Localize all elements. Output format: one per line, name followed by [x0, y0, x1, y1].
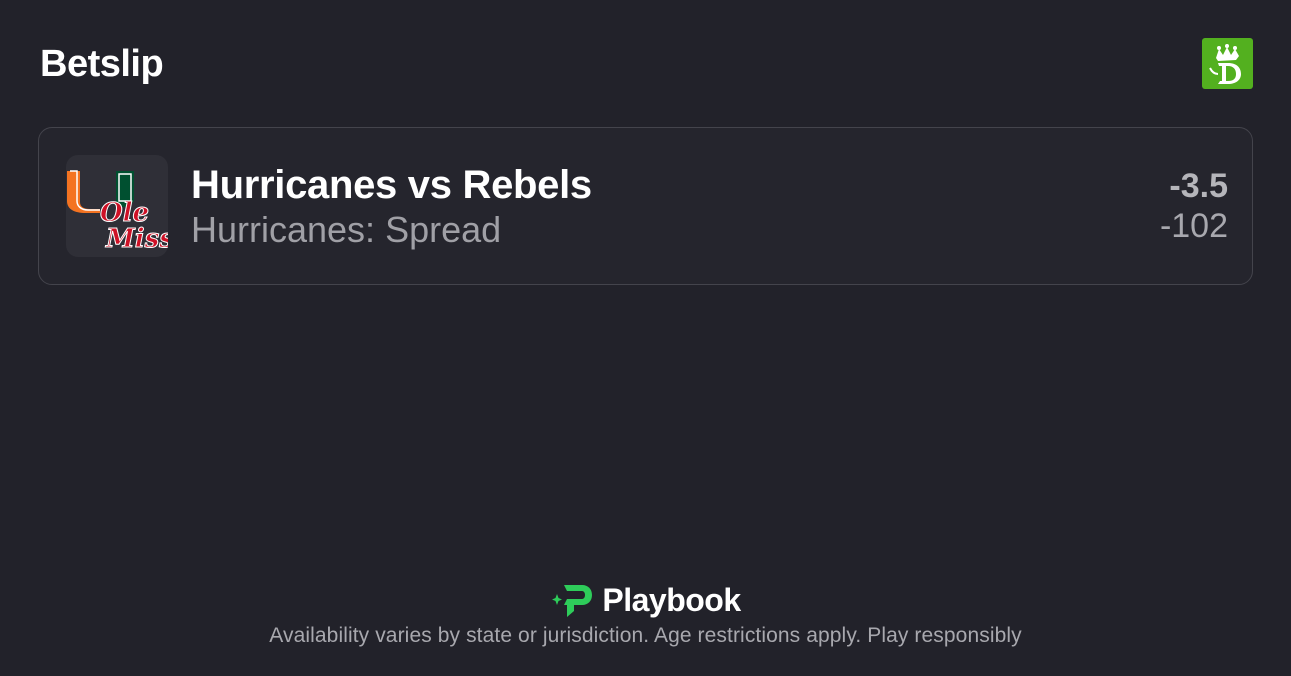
playbook-brand[interactable]: Playbook: [550, 580, 741, 620]
disclaimer-text: Availability varies by state or jurisdic…: [269, 624, 1022, 647]
footer: Playbook Availability varies by state or…: [0, 580, 1291, 648]
draftkings-logo-icon: [1202, 38, 1253, 89]
playbook-logo-icon: [550, 581, 594, 619]
header: Betslip: [40, 38, 1253, 89]
matchup-title: Hurricanes vs Rebels: [191, 163, 592, 207]
playbook-brand-name: Playbook: [602, 582, 741, 618]
bet-card[interactable]: Ole Miss Hurricanes vs Rebels Hurricanes…: [38, 127, 1253, 285]
page-title: Betslip: [40, 43, 164, 85]
market-label: Hurricanes: Spread: [191, 209, 502, 250]
odds-value: -102: [1159, 207, 1228, 245]
spread-line: -3.5: [1169, 167, 1228, 205]
ole-miss-wordmark: Ole Miss: [100, 198, 169, 255]
svg-text:Miss: Miss: [105, 224, 168, 254]
team-logo-icon: Ole Miss: [66, 155, 168, 257]
